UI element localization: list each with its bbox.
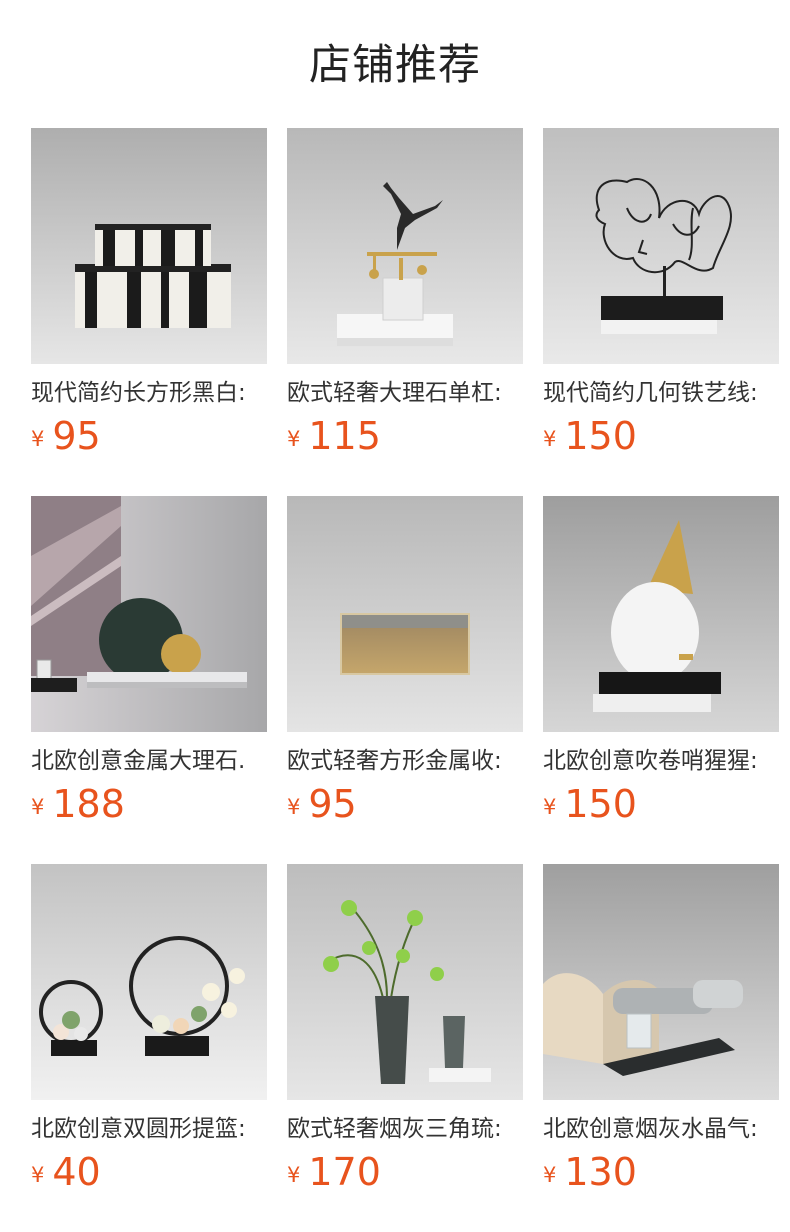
price-value: 150 xyxy=(564,782,637,826)
product-price: ¥188 xyxy=(31,782,125,826)
product-card[interactable]: 欧式轻奢大理石单杠: ¥115 xyxy=(287,128,523,468)
product-name[interactable]: 欧式轻奢烟灰三角琉: xyxy=(287,1112,523,1146)
product-card[interactable]: 北欧创意吹卷哨猩猩: ¥150 xyxy=(543,496,779,836)
currency-symbol: ¥ xyxy=(543,1163,557,1187)
price-value: 188 xyxy=(52,782,125,826)
product-card[interactable]: 现代简约长方形黑白: ¥95 xyxy=(31,128,267,468)
product-image-gorilla-sculpture[interactable] xyxy=(543,496,779,732)
product-price: ¥130 xyxy=(543,1150,637,1194)
product-price: ¥95 xyxy=(287,782,357,826)
product-image-marble-disc[interactable] xyxy=(31,496,267,732)
product-card[interactable]: 欧式轻奢方形金属收: ¥95 xyxy=(287,496,523,836)
product-image-crystal-bottle[interactable] xyxy=(543,864,779,1100)
currency-symbol: ¥ xyxy=(31,795,45,819)
currency-symbol: ¥ xyxy=(31,427,45,451)
product-price: ¥115 xyxy=(287,414,381,458)
product-name[interactable]: 北欧创意金属大理石. xyxy=(31,744,267,778)
product-name[interactable]: 北欧创意吹卷哨猩猩: xyxy=(543,744,779,778)
price-value: 170 xyxy=(308,1150,381,1194)
product-name[interactable]: 现代简约长方形黑白: xyxy=(31,376,267,410)
product-price: ¥40 xyxy=(31,1150,101,1194)
price-value: 115 xyxy=(308,414,381,458)
currency-symbol: ¥ xyxy=(543,427,557,451)
product-card[interactable]: 欧式轻奢烟灰三角琉: ¥170 xyxy=(287,864,523,1204)
product-image-smoky-glass-vases[interactable] xyxy=(287,864,523,1100)
product-name[interactable]: 北欧创意烟灰水晶气: xyxy=(543,1112,779,1146)
product-card[interactable]: 现代简约几何铁艺线: ¥150 xyxy=(543,128,779,468)
product-card[interactable]: 北欧创意金属大理石. ¥188 xyxy=(31,496,267,836)
product-image-gymnast-sculpture[interactable] xyxy=(287,128,523,364)
product-image-black-white-boxes[interactable] xyxy=(31,128,267,364)
currency-symbol: ¥ xyxy=(31,1163,45,1187)
currency-symbol: ¥ xyxy=(287,795,301,819)
price-value: 40 xyxy=(52,1150,101,1194)
product-image-wire-face-art[interactable] xyxy=(543,128,779,364)
price-value: 95 xyxy=(308,782,357,826)
product-price: ¥95 xyxy=(31,414,101,458)
product-price: ¥150 xyxy=(543,414,637,458)
product-image-ring-flower-baskets[interactable] xyxy=(31,864,267,1100)
product-name[interactable]: 欧式轻奢方形金属收: xyxy=(287,744,523,778)
product-name[interactable]: 欧式轻奢大理石单杠: xyxy=(287,376,523,410)
product-price: ¥170 xyxy=(287,1150,381,1194)
price-value: 130 xyxy=(564,1150,637,1194)
product-card[interactable]: 北欧创意烟灰水晶气: ¥130 xyxy=(543,864,779,1204)
page-title: 店铺推荐 xyxy=(308,40,481,89)
currency-symbol: ¥ xyxy=(287,1163,301,1187)
product-price: ¥150 xyxy=(543,782,637,826)
price-value: 150 xyxy=(564,414,637,458)
currency-symbol: ¥ xyxy=(287,427,301,451)
product-name[interactable]: 现代简约几何铁艺线: xyxy=(543,376,779,410)
product-image-gold-box[interactable] xyxy=(287,496,523,732)
product-name[interactable]: 北欧创意双圆形提篮: xyxy=(31,1112,267,1146)
product-card[interactable]: 北欧创意双圆形提篮: ¥40 xyxy=(31,864,267,1204)
currency-symbol: ¥ xyxy=(543,795,557,819)
price-value: 95 xyxy=(52,414,101,458)
